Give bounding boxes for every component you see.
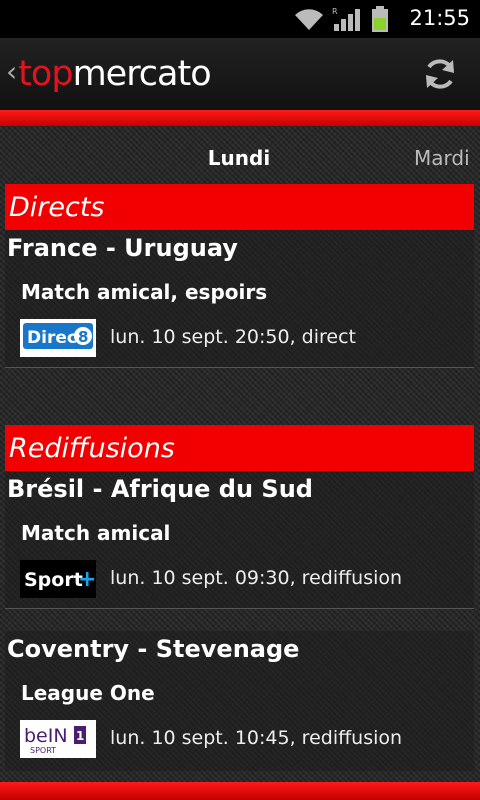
section-header-directs: Directs <box>5 184 474 230</box>
match-item[interactable]: Brésil - Afrique du Sud Match amical Spo… <box>5 471 474 609</box>
match-teams: France - Uruguay <box>7 234 238 262</box>
footer-accent-bar <box>0 782 480 800</box>
svg-text:R: R <box>332 7 338 16</box>
header-accent-bar <box>0 110 480 126</box>
tab-lundi[interactable]: Lundi <box>181 146 297 188</box>
status-bar: R 21:55 <box>0 0 480 38</box>
signal-icon: R <box>332 7 360 31</box>
match-teams: Coventry - Stevenage <box>7 635 300 663</box>
tab-mardi[interactable]: Mardi <box>414 146 470 170</box>
svg-text:8: 8 <box>78 328 88 346</box>
content: Lundi Mardi Directs France - Uruguay Mat… <box>0 126 480 782</box>
svg-text:SPORT: SPORT <box>30 746 56 755</box>
match-competition: League One <box>21 681 155 705</box>
match-item[interactable]: Coventry - Stevenage League One beIN 1 S… <box>5 631 474 771</box>
section-header-rediffusions: Rediffusions <box>5 425 474 471</box>
svg-text:+: + <box>78 567 96 592</box>
tab-label: Lundi <box>207 146 271 170</box>
battery-icon <box>372 6 388 32</box>
day-tabs: Lundi Mardi <box>0 134 480 188</box>
tab-label: Mardi <box>414 146 470 170</box>
refresh-icon <box>426 59 454 89</box>
channel-logo-sport-plus: Sport + <box>20 560 96 598</box>
divider <box>5 367 474 368</box>
match-competition: Match amical, espoirs <box>21 280 268 304</box>
match-item[interactable]: France - Uruguay Match amical, espoirs D… <box>5 230 474 368</box>
svg-text:beIN: beIN <box>24 725 68 747</box>
svg-text:Sport: Sport <box>24 569 83 591</box>
channel-logo-direct8: Direct 8 <box>20 319 96 357</box>
broadcast-info: lun. 10 sept. 20:50, direct <box>110 326 356 348</box>
divider <box>5 608 474 609</box>
chevron-left-icon[interactable]: ‹ <box>6 55 17 88</box>
broadcast-info: lun. 10 sept. 10:45, rediffusion <box>110 727 403 749</box>
match-teams: Brésil - Afrique du Sud <box>7 475 313 503</box>
refresh-button[interactable] <box>420 54 460 94</box>
app-logo[interactable]: ‹topmercato <box>6 52 212 94</box>
wifi-icon <box>295 9 323 31</box>
clock: 21:55 <box>409 6 470 30</box>
match-competition: Match amical <box>21 521 171 545</box>
logo-mercato: mercato <box>72 54 212 94</box>
channel-logo-bein-sport: beIN 1 SPORT <box>20 720 96 758</box>
app-header: ‹topmercato <box>0 38 480 110</box>
logo-top: top <box>18 54 73 94</box>
svg-text:1: 1 <box>76 729 84 743</box>
broadcast-info: lun. 10 sept. 09:30, rediffusion <box>110 567 403 589</box>
